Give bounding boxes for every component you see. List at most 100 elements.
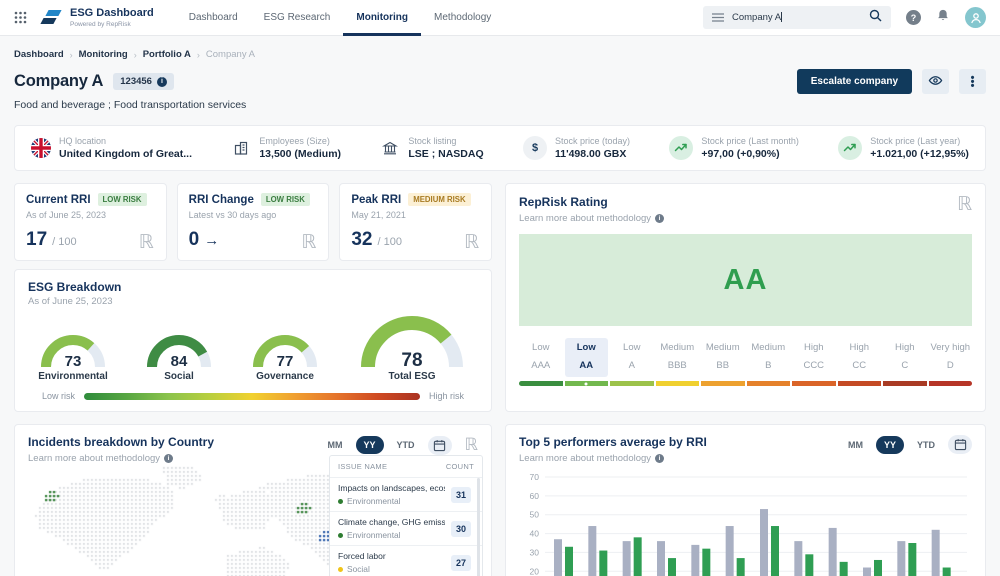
bar-portfolio-2[interactable] [588, 526, 596, 576]
watch-company-button[interactable] [922, 69, 949, 94]
gauge-environmental: 73Environmental [35, 325, 111, 382]
category-dot [338, 533, 343, 538]
rri-bar-chart: 706050403020100 [519, 470, 972, 576]
info-icon[interactable]: i [157, 77, 167, 87]
nav-item-methodology[interactable]: Methodology [421, 0, 504, 36]
rating-scale-item-c[interactable]: HighC [883, 338, 927, 386]
category-label: Social [347, 564, 370, 574]
bar-top5-3[interactable] [634, 537, 642, 576]
search-icon[interactable] [869, 9, 882, 27]
rating-scale-item-bb[interactable]: MediumBB [701, 338, 745, 386]
period-toggle-mm[interactable]: MM [320, 436, 351, 454]
bar-top5-11[interactable] [908, 543, 916, 576]
bar-portfolio-11[interactable] [897, 541, 905, 576]
breadcrumb-item-portfolio-a[interactable]: Portfolio A [143, 49, 191, 60]
info-label: Stock price (Last month) [701, 136, 799, 146]
bar-top5-5[interactable] [702, 549, 710, 576]
info-value: United Kingdom of Great... [59, 148, 192, 160]
rating-scale-item-aaa[interactable]: LowAAA [519, 338, 563, 386]
bar-portfolio-3[interactable] [623, 541, 631, 576]
bar-top5-1[interactable] [565, 547, 573, 576]
breadcrumb-item-dashboard[interactable]: Dashboard [14, 49, 64, 60]
rating-marker-dot [585, 382, 588, 385]
rating-bar-segment [883, 381, 927, 386]
logo-swoosh-icon [39, 9, 63, 26]
category-label: Environmental [347, 530, 401, 540]
current-rating-value: AA [724, 264, 768, 297]
bar-top5-10[interactable] [874, 560, 882, 576]
issue-row-impacts-on-landsca[interactable]: Impacts on landscapes, ecosystems an...E… [330, 478, 482, 512]
rating-grade-label: CCC [792, 360, 836, 371]
search-input[interactable]: Company A [703, 6, 891, 29]
rating-scale-item-b[interactable]: MediumB [747, 338, 791, 386]
rating-tier-label: Low [565, 342, 609, 353]
bar-portfolio-4[interactable] [657, 541, 665, 576]
escalate-company-button[interactable]: Escalate company [797, 69, 912, 94]
bar-portfolio-12[interactable] [932, 530, 940, 576]
notifications-bell-icon[interactable] [936, 8, 950, 28]
nav-item-monitoring[interactable]: Monitoring [343, 0, 421, 36]
bar-top5-12[interactable] [943, 568, 951, 576]
rri-card-date: Latest vs 30 days ago [189, 210, 318, 220]
table-scrollbar[interactable] [477, 478, 480, 576]
rating-scale-item-aa[interactable]: Low AA [565, 338, 609, 386]
y-axis-tick-label: 60 [530, 491, 540, 501]
issue-row-climate-change-gh[interactable]: Climate change, GHG emissions, and gl...… [330, 512, 482, 546]
rating-grade-label: D [929, 360, 973, 371]
bar-portfolio-8[interactable] [794, 541, 802, 576]
account-avatar[interactable] [965, 7, 986, 28]
category-dot [338, 567, 343, 572]
y-axis-tick-label: 40 [530, 529, 540, 539]
rating-scale-item-a[interactable]: LowA [610, 338, 654, 386]
bar-portfolio-5[interactable] [691, 545, 699, 576]
help-icon[interactable]: ? [906, 10, 921, 25]
bar-portfolio-1[interactable] [554, 539, 562, 576]
gauge-governance: 77Governance [247, 325, 323, 382]
period-toggle-yy[interactable]: YY [876, 436, 904, 454]
bar-top5-2[interactable] [599, 551, 607, 576]
company-sectors: Food and beverage ; Food transportation … [14, 99, 986, 111]
trend-up-icon [669, 136, 693, 160]
info-value: 13,500 (Medium) [259, 148, 341, 160]
methodology-link[interactable]: Learn more about methodologyi [519, 453, 707, 464]
breadcrumb-item-monitoring[interactable]: Monitoring [79, 49, 128, 60]
period-toggle-mm[interactable]: MM [840, 436, 871, 454]
more-options-button[interactable]: ••• [959, 69, 986, 94]
bar-portfolio-10[interactable] [863, 568, 871, 576]
gauge-label: Total ESG [388, 371, 435, 382]
rating-grade-label: C [883, 360, 927, 371]
bar-portfolio-6[interactable] [726, 526, 734, 576]
rating-scale-item-cc[interactable]: HighCC [838, 338, 882, 386]
methodology-link[interactable]: Learn more about methodologyi [519, 213, 972, 224]
bar-top5-8[interactable] [805, 554, 813, 576]
reprisk-logo: ℝ [464, 231, 479, 253]
bar-portfolio-9[interactable] [829, 528, 837, 576]
period-toggle-ytd[interactable]: YTD [909, 436, 943, 454]
rating-tier-label: Medium [656, 342, 700, 353]
rri-value: 17 [26, 229, 47, 251]
rri-card-current-rri: Current RRILOW RISKAs of June 25, 202317… [14, 183, 167, 261]
calendar-icon-button[interactable] [948, 435, 972, 454]
calendar-icon-button[interactable] [428, 436, 452, 455]
bar-top5-9[interactable] [840, 562, 848, 576]
page-title: Company A [14, 72, 103, 91]
period-toggle-ytd[interactable]: YTD [389, 436, 423, 454]
info-label: HQ location [59, 136, 192, 146]
rating-grade-label: AAA [519, 360, 563, 371]
rating-scale-item-d[interactable]: Very highD [929, 338, 973, 386]
bar-top5-4[interactable] [668, 558, 676, 576]
rating-scale-item-ccc[interactable]: HighCCC [792, 338, 836, 386]
nav-item-esg-research[interactable]: ESG Research [251, 0, 344, 36]
rating-scale-item-bbb[interactable]: MediumBBB [656, 338, 700, 386]
period-toggle-yy[interactable]: YY [356, 436, 384, 454]
breadcrumb-separator: › [70, 50, 73, 60]
bar-top5-7[interactable] [771, 526, 779, 576]
app-grid-icon[interactable] [14, 11, 27, 24]
rating-grade-label: AA [565, 360, 609, 371]
bar-portfolio-7[interactable] [760, 509, 768, 576]
bar-top5-6[interactable] [737, 558, 745, 576]
issue-row-forced-labor[interactable]: Forced laborSocial27 [330, 546, 482, 576]
nav-item-dashboard[interactable]: Dashboard [176, 0, 251, 36]
y-axis-tick-label: 70 [530, 472, 540, 482]
app-logo[interactable]: ESG Dashboard Powered by RepRisk [39, 8, 154, 28]
